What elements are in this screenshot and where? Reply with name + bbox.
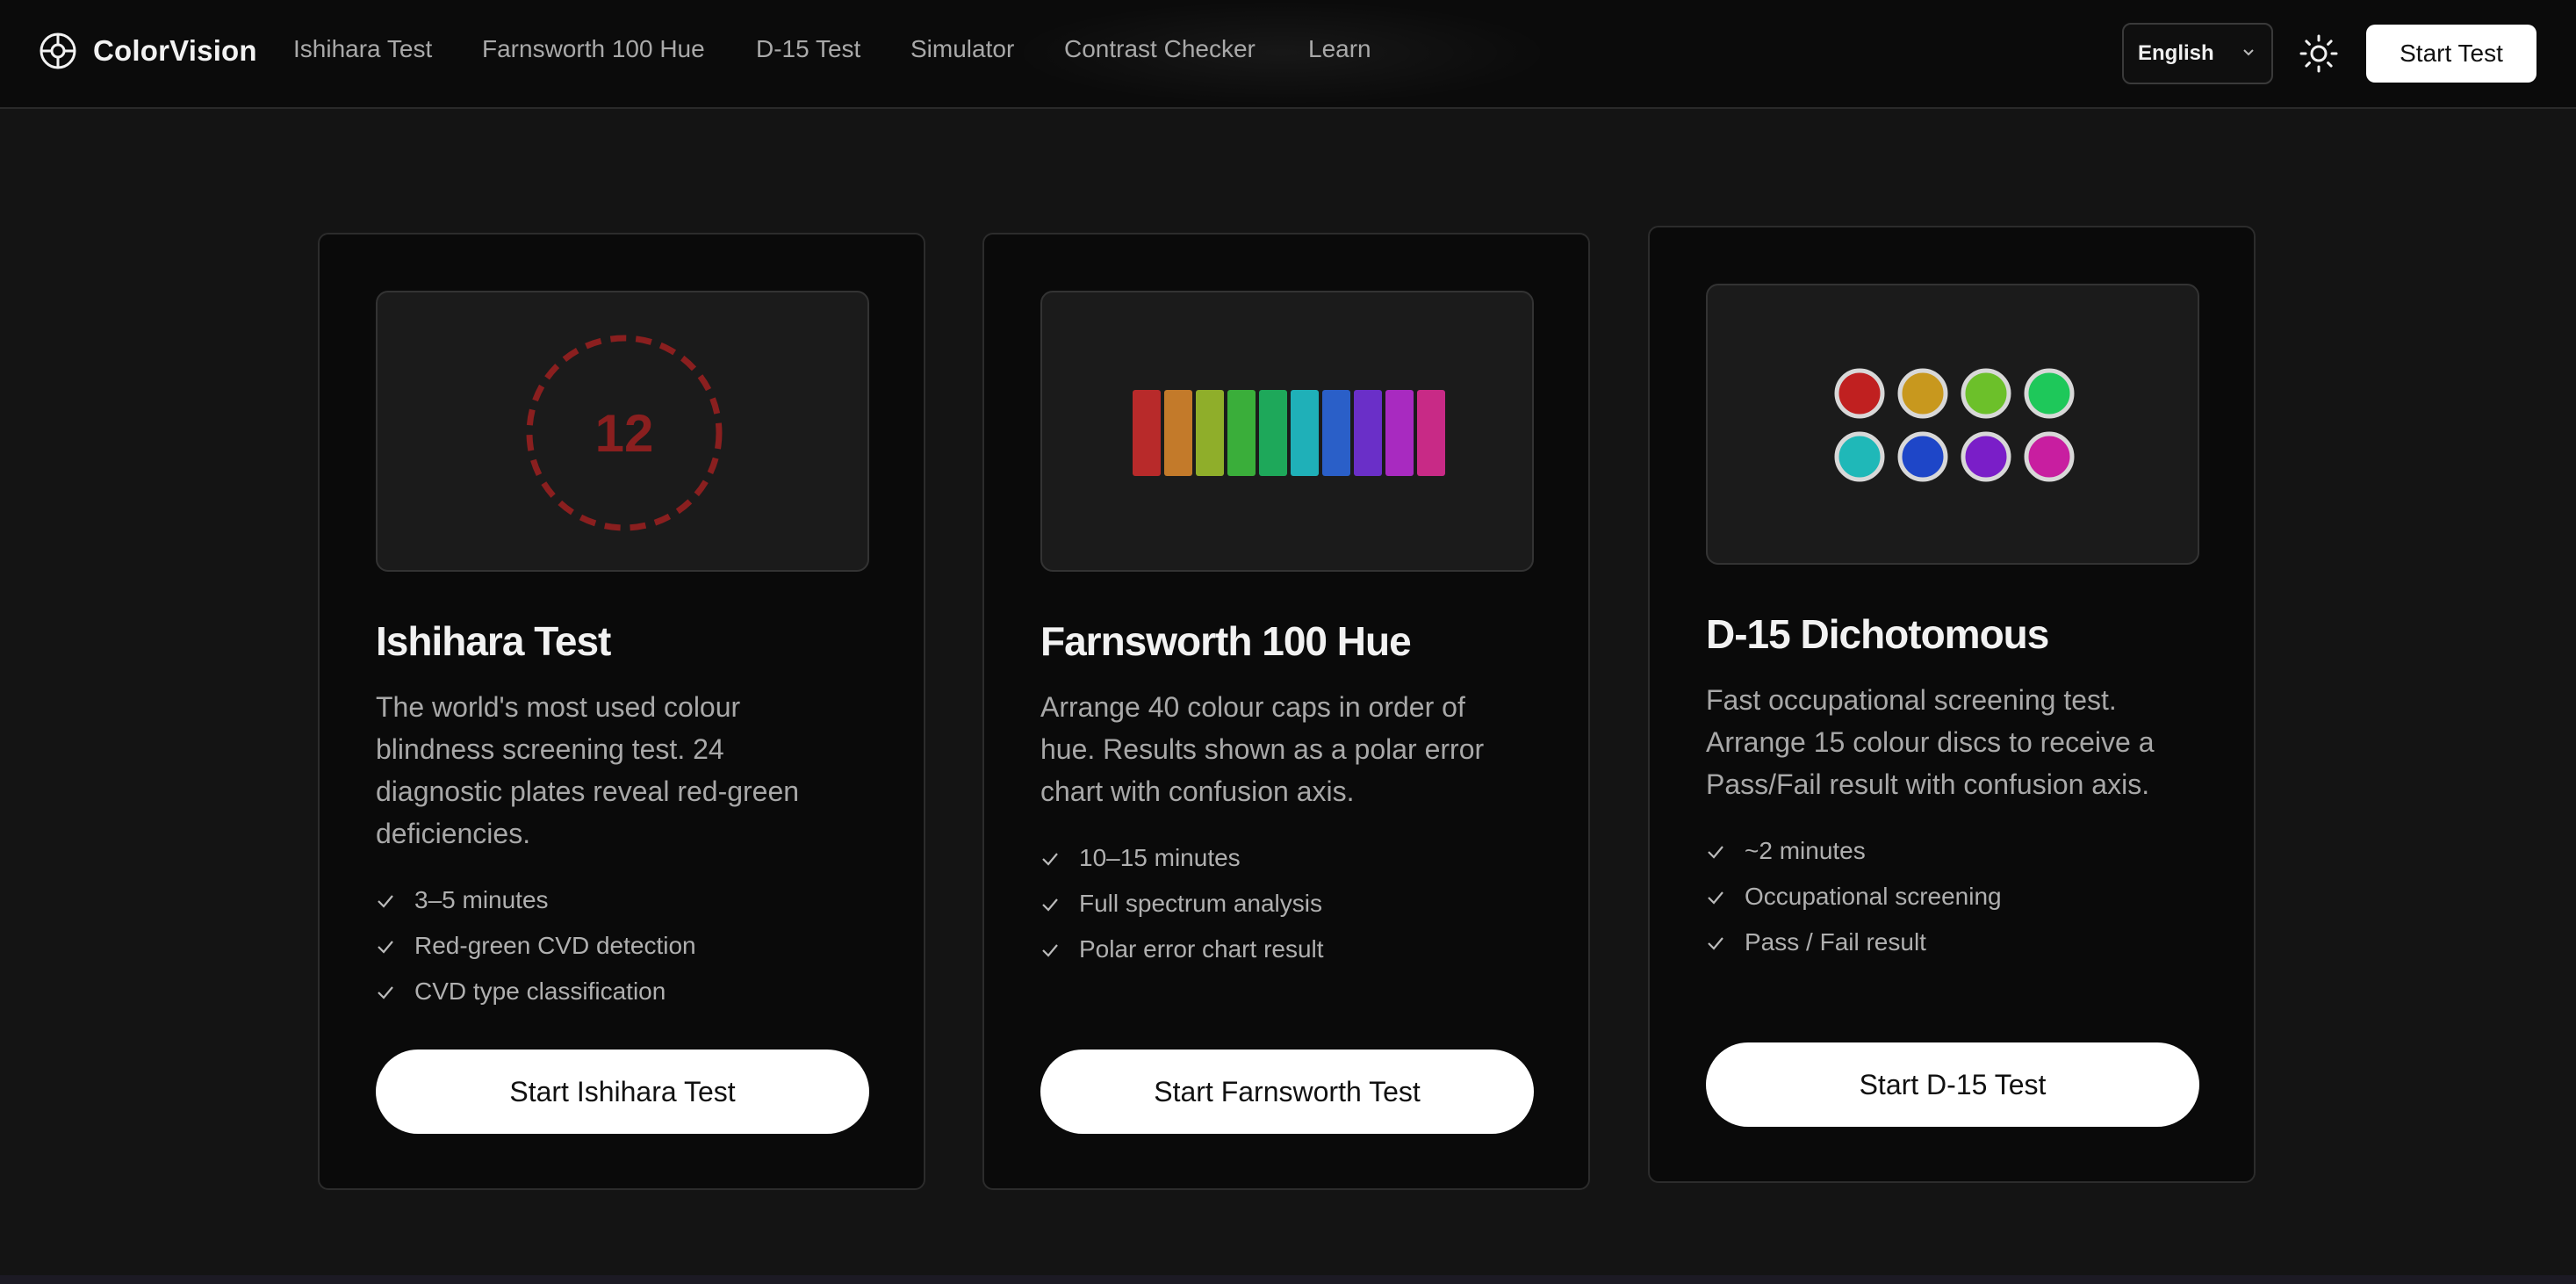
ishihara-plate-icon: 12 <box>526 335 723 531</box>
hue-cap <box>1133 390 1161 476</box>
start-test-button[interactable]: Start Test <box>2366 25 2536 83</box>
check-icon <box>378 895 393 908</box>
feature-list: 3–5 minutes Red-green CVD detection CVD … <box>376 877 696 1014</box>
hue-cap <box>1164 390 1192 476</box>
feature-item: Pass / Fail result <box>1706 920 2002 965</box>
d15-preview <box>1706 284 2199 565</box>
nav-link-simulator[interactable]: Simulator <box>910 35 1014 63</box>
start-d15-button[interactable]: Start D-15 Test <box>1706 1042 2199 1127</box>
nav-link-learn[interactable]: Learn <box>1308 35 1371 63</box>
feature-label: Full spectrum analysis <box>1079 890 1322 917</box>
hue-cap <box>1259 390 1287 476</box>
feature-item: Red-green CVD detection <box>376 923 696 969</box>
card-title: D-15 Dichotomous <box>1706 611 2049 657</box>
check-icon <box>378 986 393 999</box>
card-ishihara: 12 Ishihara Test The world's most used c… <box>318 233 925 1190</box>
nav-link-d15[interactable]: D-15 Test <box>756 35 860 63</box>
sun-icon[interactable] <box>2299 33 2339 74</box>
card-title: Farnsworth 100 Hue <box>1040 618 1412 664</box>
color-disc <box>2024 431 2075 482</box>
feature-label: 3–5 minutes <box>414 886 549 913</box>
card-description: Arrange 40 colour caps in order of hue. … <box>1040 691 1485 807</box>
card-description: The world's most used colour blindness s… <box>376 691 800 849</box>
feature-label: Occupational screening <box>1745 883 2002 910</box>
feature-label: Polar error chart result <box>1079 935 1324 963</box>
ishihara-preview: 12 <box>376 291 869 572</box>
hue-cap <box>1196 390 1224 476</box>
feature-list: ~2 minutes Occupational screening Pass /… <box>1706 828 2002 965</box>
brand-name: ColorVision <box>93 34 257 67</box>
feature-item: 3–5 minutes <box>376 877 696 923</box>
feature-label: Pass / Fail result <box>1745 928 1926 956</box>
color-disc <box>1961 368 2011 419</box>
feature-item: CVD type classification <box>376 969 696 1014</box>
card-farnsworth: Farnsworth 100 Hue Arrange 40 colour cap… <box>982 233 1590 1190</box>
check-icon <box>1708 891 1723 905</box>
start-ishihara-button[interactable]: Start Ishihara Test <box>376 1050 869 1134</box>
color-disc <box>2024 368 2075 419</box>
hue-cap <box>1354 390 1382 476</box>
feature-label: Red-green CVD detection <box>414 932 696 959</box>
language-value: English <box>2138 41 2214 65</box>
hue-cap <box>1227 390 1256 476</box>
color-discs-icon <box>1834 368 2075 482</box>
color-disc <box>1897 431 1948 482</box>
top-navbar: ColorVision Ishihara Test Farnsworth 100… <box>0 0 2576 109</box>
page-bottom-edge <box>0 1275 2576 1284</box>
feature-item: 10–15 minutes <box>1040 835 1324 881</box>
check-icon <box>378 941 393 954</box>
feature-item: Full spectrum analysis <box>1040 881 1324 927</box>
ishihara-plate-number: 12 <box>595 404 654 463</box>
feature-label: 10–15 minutes <box>1079 844 1241 871</box>
hue-cap <box>1417 390 1445 476</box>
color-disc <box>1834 368 1885 419</box>
check-icon <box>1042 898 1058 912</box>
hue-cap <box>1291 390 1319 476</box>
farnsworth-preview <box>1040 291 1534 572</box>
nav-link-farnsworth[interactable]: Farnsworth 100 Hue <box>482 35 705 63</box>
check-icon <box>1042 944 1058 957</box>
hue-caps-icon <box>1133 390 1445 476</box>
hue-cap <box>1385 390 1414 476</box>
color-disc <box>1897 368 1948 419</box>
check-icon <box>1708 937 1723 950</box>
language-select[interactable]: English <box>2122 23 2273 84</box>
check-icon <box>1042 853 1058 866</box>
feature-item: Polar error chart result <box>1040 927 1324 972</box>
brand-logo[interactable]: ColorVision <box>39 32 257 70</box>
color-wheel-icon <box>40 32 76 69</box>
feature-label: ~2 minutes <box>1745 837 1866 864</box>
card-title: Ishihara Test <box>376 618 611 664</box>
hue-cap <box>1322 390 1350 476</box>
start-farnsworth-button[interactable]: Start Farnsworth Test <box>1040 1050 1534 1134</box>
feature-item: Occupational screening <box>1706 874 2002 920</box>
check-icon <box>1708 846 1723 859</box>
feature-label: CVD type classification <box>414 977 666 1005</box>
nav-link-contrast-checker[interactable]: Contrast Checker <box>1064 35 1256 63</box>
chevron-down-icon <box>2243 49 2254 56</box>
feature-item: ~2 minutes <box>1706 828 2002 874</box>
card-description: Fast occupational screening test. Arrang… <box>1706 684 2155 800</box>
feature-list: 10–15 minutes Full spectrum analysis Pol… <box>1040 835 1324 972</box>
nav-link-ishihara[interactable]: Ishihara Test <box>293 35 432 63</box>
color-disc <box>1834 431 1885 482</box>
color-disc <box>1961 431 2011 482</box>
card-d15: D-15 Dichotomous Fast occupational scree… <box>1648 226 2256 1183</box>
